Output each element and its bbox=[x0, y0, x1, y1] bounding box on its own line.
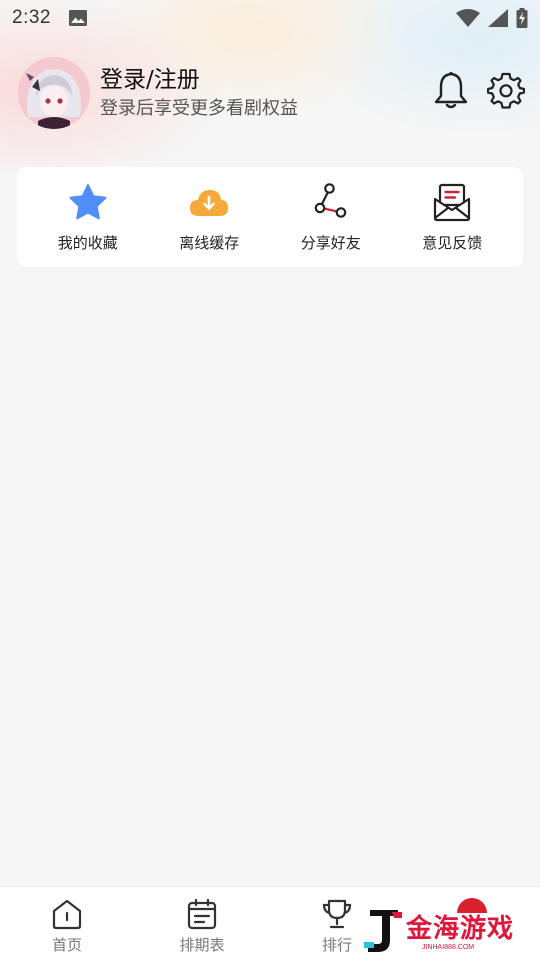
wifi-icon bbox=[456, 9, 480, 27]
login-register-title[interactable]: 登录/注册 bbox=[100, 65, 298, 95]
watermark-text: 金海游戏 bbox=[406, 914, 515, 944]
feedback-label: 意见反馈 bbox=[422, 233, 483, 252]
share-friends-label: 分享好友 bbox=[300, 233, 361, 252]
bell-icon bbox=[434, 71, 468, 109]
nav-schedule[interactable]: 排期表 bbox=[162, 897, 242, 955]
image-icon bbox=[68, 10, 87, 26]
signal-icon bbox=[488, 9, 508, 27]
gear-icon bbox=[486, 72, 526, 109]
nav-schedule-label: 排期表 bbox=[179, 936, 225, 954]
status-time: 2:32 bbox=[12, 7, 51, 28]
watermark-logo-icon bbox=[364, 910, 402, 952]
nav-home-label: 首页 bbox=[51, 936, 82, 954]
share-icon bbox=[310, 182, 352, 224]
quick-actions-card: 我的收藏 离线缓存 分享好友 意见反馈 bbox=[17, 167, 523, 267]
status-bar: 2:32 bbox=[0, 0, 540, 36]
avatar[interactable] bbox=[18, 57, 90, 129]
profile-text: 登录/注册 登录后享受更多看剧权益 bbox=[100, 65, 298, 121]
mail-feedback-icon bbox=[431, 182, 473, 224]
login-benefit-subtitle: 登录后享受更多看剧权益 bbox=[100, 98, 298, 119]
avatar-illustration bbox=[18, 57, 90, 129]
star-icon bbox=[67, 182, 109, 224]
watermark: 金海游戏 JINHAI888.COM bbox=[362, 898, 532, 958]
cloud-download-icon bbox=[188, 182, 230, 224]
favorites-label: 我的收藏 bbox=[57, 233, 118, 252]
trophy-icon bbox=[322, 899, 352, 929]
battery-charging-icon bbox=[516, 8, 528, 28]
offline-cache-button[interactable]: 离线缓存 bbox=[154, 182, 264, 253]
status-icons bbox=[456, 8, 528, 28]
notification-button[interactable] bbox=[432, 70, 470, 110]
calendar-icon bbox=[187, 898, 217, 930]
settings-button[interactable] bbox=[486, 71, 526, 109]
offline-cache-label: 离线缓存 bbox=[179, 233, 240, 252]
share-friends-button[interactable]: 分享好友 bbox=[276, 182, 386, 253]
watermark-subtext: JINHAI888.COM bbox=[422, 944, 475, 951]
profile-header[interactable]: 登录/注册 登录后享受更多看剧权益 bbox=[18, 56, 298, 130]
feedback-button[interactable]: 意见反馈 bbox=[397, 182, 507, 253]
nav-ranking-label: 排行 bbox=[321, 936, 352, 954]
home-icon bbox=[52, 899, 82, 930]
favorites-button[interactable]: 我的收藏 bbox=[33, 182, 143, 253]
nav-home[interactable]: 首页 bbox=[27, 897, 107, 955]
